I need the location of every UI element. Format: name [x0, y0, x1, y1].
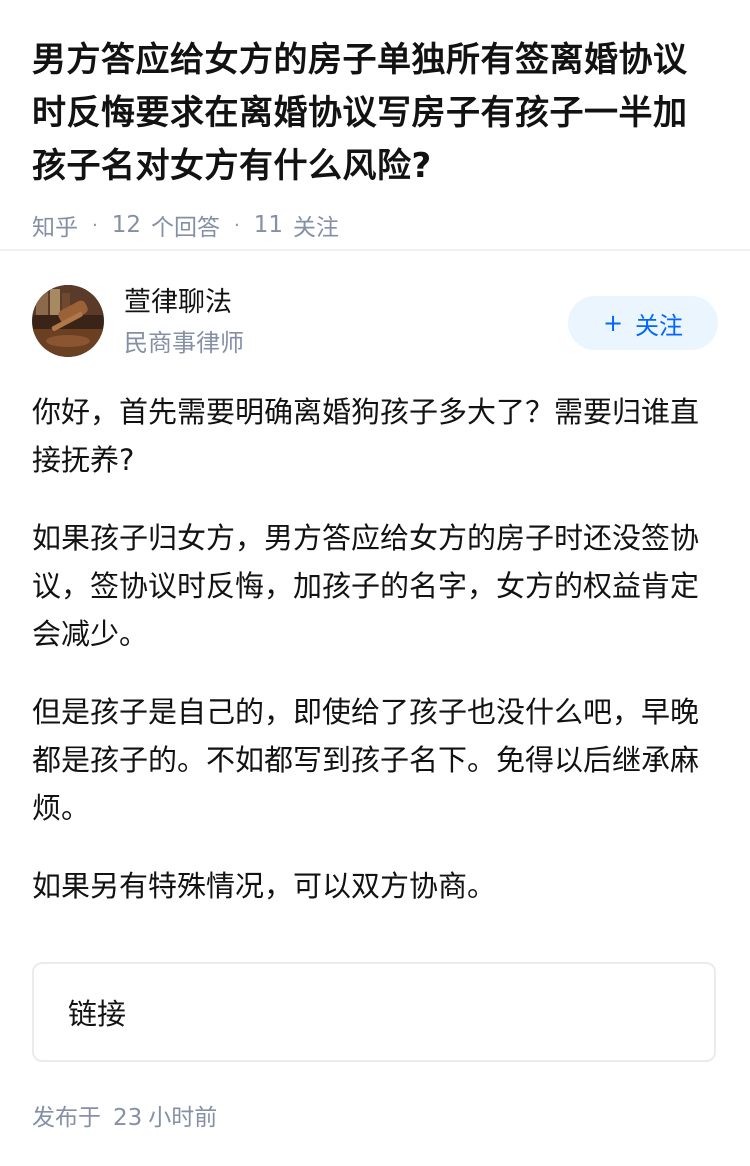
- publish-prefix: 发布于: [32, 1105, 101, 1131]
- answer-count[interactable]: 12: [112, 212, 141, 238]
- plus-icon: +: [602, 309, 624, 337]
- question-meta: 知乎 · 12 个回答 · 11 关注: [32, 209, 718, 241]
- answer-count-label[interactable]: 个回答: [151, 208, 220, 242]
- author-row: 萱律聊法 民商事律师 + 关注: [32, 285, 718, 359]
- source-label[interactable]: 知乎: [32, 208, 78, 242]
- link-card[interactable]: 链接: [32, 962, 716, 1062]
- answer-paragraph: 如果另有特殊情况，可以双方协商。: [32, 869, 497, 903]
- avatar[interactable]: [32, 285, 104, 357]
- author-tag: 民商事律师: [124, 329, 244, 357]
- link-card-label: 链接: [68, 997, 127, 1031]
- section-divider: [0, 249, 750, 251]
- answer-paragraph: 你好，首先需要明确离婚狗孩子多大了？需要归谁直接抚养?: [32, 395, 700, 477]
- publish-time: 发布于 23 小时前: [32, 1098, 217, 1132]
- follow-button-label: 关注: [635, 311, 684, 340]
- gavel-avatar-icon: [32, 285, 104, 357]
- author-name[interactable]: 萱律聊法: [124, 285, 232, 321]
- follow-button[interactable]: + 关注: [568, 296, 718, 350]
- meta-separator: ·: [234, 214, 240, 236]
- follow-count[interactable]: 11: [254, 212, 283, 238]
- follow-count-label[interactable]: 关注: [293, 208, 339, 242]
- publish-suffix: 小时前: [148, 1105, 218, 1131]
- meta-separator: ·: [92, 214, 98, 236]
- question-header: 男方答应给女方的房子单独所有签离婚协议时反悔要求在离婚协议写房子有孩子一半加孩子…: [0, 0, 750, 241]
- answer-paragraph: 如果孩子归女方，男方答应给女方的房子时还没签协议，签协议时反悔，加孩子的名字，女…: [32, 521, 700, 651]
- answer-paragraph: 但是孩子是自己的，即使给了孩子也没什么吧，早晚都是孩子的。不如都写到孩子名下。免…: [32, 695, 700, 825]
- question-title[interactable]: 男方答应给女方的房子单独所有签离婚协议时反悔要求在离婚协议写房子有孩子一半加孩子…: [32, 34, 718, 193]
- answer-content: 你好，首先需要明确离婚狗孩子多大了？需要归谁直接抚养? 如果孩子归女方，男方答应…: [32, 388, 702, 940]
- publish-count: 23: [113, 1105, 143, 1131]
